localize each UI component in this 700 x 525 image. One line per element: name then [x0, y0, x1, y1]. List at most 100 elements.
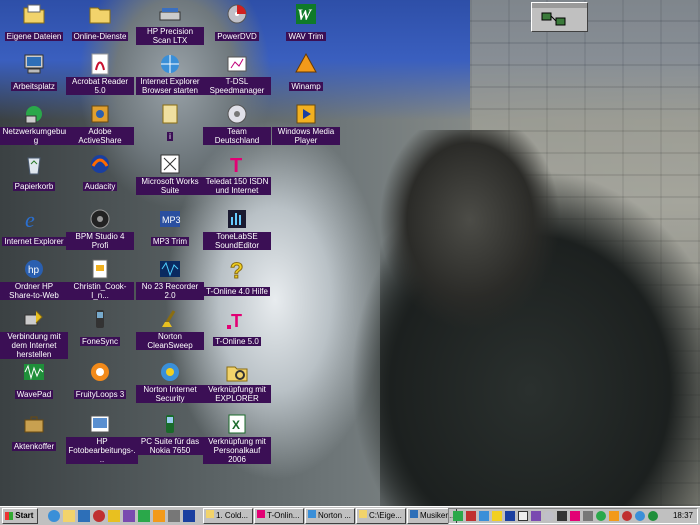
recycle-bin-icon [22, 152, 46, 176]
taskbar-button-cold[interactable]: 1. Cold... [203, 508, 253, 524]
clock[interactable]: 18:37 [673, 509, 693, 523]
quicklaunch-ie-icon[interactable] [48, 510, 60, 522]
desktop-icon-team-deutschland[interactable]: Team Deutschland [203, 102, 271, 148]
quicklaunch-outlook-icon[interactable] [63, 510, 75, 522]
desktop-icon-t-online-hilfe[interactable]: ? T-Online 4.0 Hilfe [203, 257, 271, 299]
tray-orange-icon[interactable] [609, 511, 619, 521]
tray-globe-icon[interactable] [635, 511, 645, 521]
tray-blue-icon[interactable] [505, 511, 515, 521]
desktop-icon-mp3-trim[interactable]: MP3 MP3 Trim [136, 207, 204, 249]
quicklaunch-media-icon[interactable] [93, 510, 105, 522]
tray-red-icon[interactable] [622, 511, 632, 521]
taskbar-button-norton[interactable]: Norton ... [305, 508, 355, 524]
desktop-icon-internet-explorer[interactable]: e Internet Explorer [0, 207, 68, 249]
desktop-icon-explorer-shortcut[interactable]: Verknüpfung mit EXPLORER [203, 360, 271, 406]
hp-photo-icon [88, 412, 112, 436]
desktop-icon-i[interactable]: i [136, 102, 204, 144]
bpm-studio-icon [88, 207, 112, 231]
quicklaunch-desktop-icon[interactable] [78, 510, 90, 522]
taskbar-button-t-online[interactable]: T-Onlin... [254, 508, 304, 524]
tray-window-icon[interactable] [518, 511, 528, 521]
desktop-icon-fruityloops[interactable]: FruityLoops 3 [66, 360, 134, 402]
desktop-icon-no23-recorder[interactable]: No 23 Recorder 2.0 [136, 257, 204, 303]
quicklaunch-winamp-icon[interactable] [153, 510, 165, 522]
desktop-icon-winamp[interactable]: Winamp [272, 52, 340, 94]
desktop-icon-netzwerkumgebung[interactable]: Netzwerkumgebung [0, 102, 72, 148]
svg-text:?: ? [230, 258, 243, 281]
desktop-icon-eigene-dateien[interactable]: Eigene Dateien [0, 2, 68, 44]
system-tray: 18:37 [448, 508, 698, 524]
desktop-icon-teledat[interactable]: T Teledat 150 ISDN und Internet [203, 152, 271, 198]
desktop-icon-acrobat-reader[interactable]: Acrobat Reader 5.0 [66, 52, 134, 98]
winamp-icon [294, 52, 318, 76]
ie-globe-icon [158, 52, 182, 76]
quicklaunch-app-icon[interactable] [123, 510, 135, 522]
desktop-icon-t-online-5[interactable]: T T-Online 5.0 [203, 307, 271, 349]
t-online-icon [257, 510, 265, 518]
tray-telekom-icon[interactable] [570, 511, 580, 521]
excel-icon: X [225, 412, 249, 436]
desktop-icon-arbeitsplatz[interactable]: Arbeitsplatz [0, 52, 68, 94]
desktop-icon-adobe-activeshare[interactable]: Adobe ActiveShare [66, 102, 134, 148]
cd-icon [225, 102, 249, 126]
file-icon [88, 257, 112, 281]
desktop-icon-hp-share-to-web[interactable]: hp Ordner HP Share-to-Web [0, 257, 68, 303]
document-icon [410, 510, 418, 518]
desktop-icon-works-suite[interactable]: Microsoft Works Suite [136, 152, 204, 198]
tray-status-icon[interactable] [596, 511, 606, 521]
computer-icon [22, 52, 46, 76]
desktop-icon-aktenkoffer[interactable]: Aktenkoffer [0, 412, 68, 454]
document-icon [158, 102, 182, 126]
desktop-icon-audacity[interactable]: Audacity [66, 152, 134, 194]
tray-warning-icon[interactable] [492, 511, 502, 521]
telekom-icon: T [225, 152, 249, 177]
start-button[interactable]: Start [2, 508, 38, 524]
tray-cd-icon[interactable] [544, 511, 554, 521]
desktop-icon-bpm-studio[interactable]: BPM Studio 4 Profi [66, 207, 134, 253]
acrobat-icon [88, 52, 112, 76]
speedmanager-icon [225, 52, 249, 76]
nokia-icon [158, 412, 182, 436]
desktop-icon-wav-trim[interactable]: W WAV Trim [272, 2, 340, 44]
language-bar[interactable] [531, 2, 588, 32]
hp-share-icon: hp [22, 257, 46, 281]
language-bar-icon [532, 3, 587, 26]
tray-purple-icon[interactable] [531, 511, 541, 521]
quicklaunch-explorer-icon[interactable] [183, 510, 195, 522]
desktop-icon-hp-precision-scan[interactable]: HP Precision Scan LTX [136, 2, 204, 48]
desktop-icon-verbindung-internet[interactable]: Verbindung mit dem Internet herstellen [0, 307, 68, 362]
desktop-icon-powerdvd[interactable]: PowerDVD [203, 2, 271, 44]
desktop-icon-personalkauf[interactable]: X Verknüpfung mit Personalkauf 2006 [203, 412, 271, 467]
folder-icon [88, 2, 112, 26]
desktop-icon-ie-browser-starten[interactable]: Internet Explorer Browser starten [136, 52, 204, 98]
desktop-icon-online-dienste[interactable]: Online-Dienste [66, 2, 134, 44]
tray-tool-icon[interactable] [583, 511, 593, 521]
tray-network-icon[interactable] [453, 511, 463, 521]
quicklaunch-network-icon[interactable] [138, 510, 150, 522]
desktop-icon-wavepad[interactable]: WavePad [0, 360, 68, 402]
taskbar-button-eigene[interactable]: C:\Eige... [356, 508, 406, 524]
desktop-icon-t-dsl-speedmanager[interactable]: T-DSL Speedmanager [203, 52, 271, 98]
audacity-icon [88, 152, 112, 176]
desktop-icon-norton-cleansweep[interactable]: Norton CleanSweep [136, 307, 204, 353]
wav-trim-icon: W [294, 2, 318, 26]
desktop-icon-fonesync[interactable]: FoneSync [66, 307, 134, 349]
tray-green-icon[interactable] [648, 511, 658, 521]
desktop-icon-tonelab[interactable]: ToneLabSE SoundEditor [203, 207, 271, 253]
quicklaunch-folder-icon[interactable] [108, 510, 120, 522]
briefcase-icon [22, 412, 46, 436]
desktop-icon-norton-internet-security[interactable]: Norton Internet Security [136, 360, 204, 406]
desktop-icon-hp-fotobearbeitung[interactable]: HP Fotobearbeitungs-... [66, 412, 138, 467]
desktop-icon-nokia-pc-suite[interactable]: PC Suite für das Nokia 7650 [136, 412, 204, 458]
folder-icon [359, 510, 367, 518]
tray-app-icon[interactable] [466, 511, 476, 521]
tray-monitor-icon[interactable] [479, 511, 489, 521]
help-icon: ? [225, 257, 249, 284]
svg-text:T: T [230, 155, 242, 176]
tray-speaker-icon[interactable] [557, 511, 567, 521]
connect-icon [22, 307, 46, 331]
quicklaunch-tool-icon[interactable] [168, 510, 180, 522]
desktop-icon-papierkorb[interactable]: Papierkorb [0, 152, 68, 194]
desktop-icon-windows-media-player[interactable]: Windows Media Player [272, 102, 340, 148]
desktop-icon-christin-cook[interactable]: Christin_Cook-I_n... [66, 257, 134, 303]
